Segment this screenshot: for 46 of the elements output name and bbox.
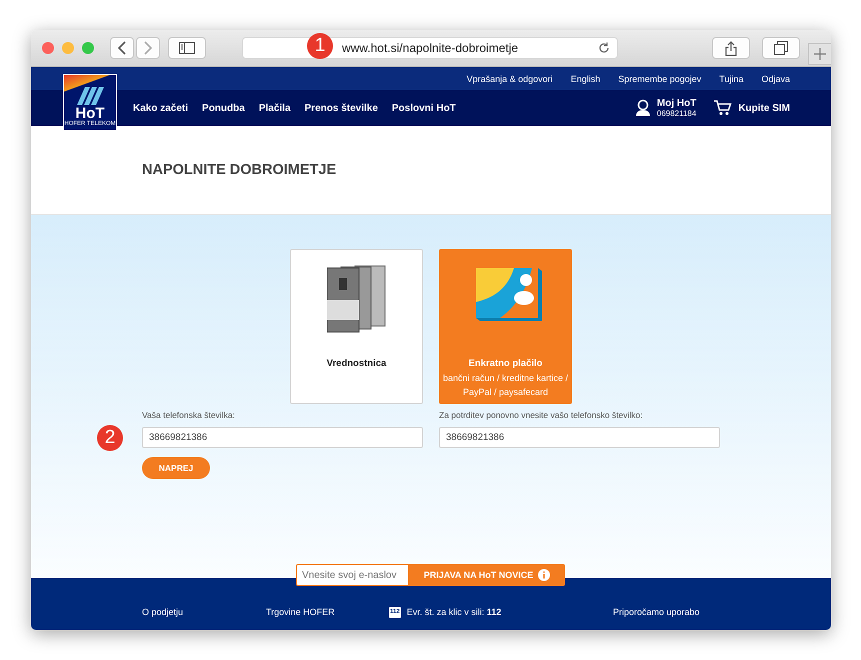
field-label: Vaša telefonska številka: (142, 409, 236, 422)
sidebar-button[interactable] (168, 37, 206, 59)
url-text: www.hot.si/napolnite-dobroimetje (342, 41, 518, 55)
phone-input-field[interactable]: 38669821386 (142, 427, 423, 448)
window-control-icon[interactable] (82, 42, 94, 54)
option-title: Vrednostnica (326, 358, 386, 369)
share-icon (725, 40, 737, 56)
cart-icon (714, 100, 732, 116)
window-control-icon[interactable] (42, 42, 54, 54)
chevron-right-icon (143, 41, 153, 55)
nav-link[interactable]: Plačila (258, 102, 291, 114)
back-button[interactable] (110, 37, 134, 59)
nav-link[interactable]: Ponudba (202, 102, 245, 114)
page-title: NAPOLNITE DOBROIMETJE (142, 162, 336, 178)
logo-text: HoT (75, 106, 105, 121)
share-button[interactable] (712, 37, 750, 59)
reload-icon (598, 42, 610, 54)
email-input-field[interactable]: Vnesite svoj e-naslov (296, 564, 409, 586)
tabs-icon (774, 41, 788, 55)
footer-link[interactable]: Priporočamo uporabo (613, 607, 700, 630)
plus-icon (814, 48, 826, 60)
nav-link[interactable]: Prenos številke (304, 102, 378, 114)
tabs-button[interactable] (762, 37, 800, 59)
person-icon (634, 99, 651, 117)
account-link[interactable]: Moj HoT 069821184 (634, 98, 696, 118)
cart-link[interactable]: Kupite SIM (714, 100, 790, 116)
option-description: bančni račun / kreditne kartice / PayPal / paysafecard (442, 372, 570, 399)
new-tab-button[interactable] (808, 43, 831, 65)
top-link[interactable]: Spremembe pogojev (618, 74, 702, 84)
top-link[interactable]: English (570, 74, 600, 84)
nav-link[interactable]: Kako začeti (133, 102, 188, 114)
sidebar-icon (179, 42, 195, 54)
top-link[interactable]: Vprašanja & odgovori (466, 74, 553, 84)
nav-link[interactable]: Poslovni HoT (392, 102, 456, 114)
phone-input-field[interactable]: 38669821386 (439, 427, 720, 448)
info-icon (538, 569, 550, 581)
footer-link[interactable]: O podjetju (142, 607, 266, 630)
payment-option-card[interactable]: Vrednostnica (290, 249, 423, 404)
top-link[interactable]: Tujina (719, 74, 744, 84)
stripes-icon (75, 87, 105, 105)
footer-link[interactable]: Trgovine HOFER (266, 607, 389, 630)
field-label: Za potrditev ponovno vnesite vašo telefonsko številko: (439, 409, 644, 422)
option-title: Enkratno plačilo (468, 358, 542, 369)
emergency-number-text: Evr. št. za klic v sili: 112 (406, 607, 502, 617)
top-link[interactable]: Odjava (761, 74, 790, 84)
chevron-left-icon (117, 41, 127, 55)
